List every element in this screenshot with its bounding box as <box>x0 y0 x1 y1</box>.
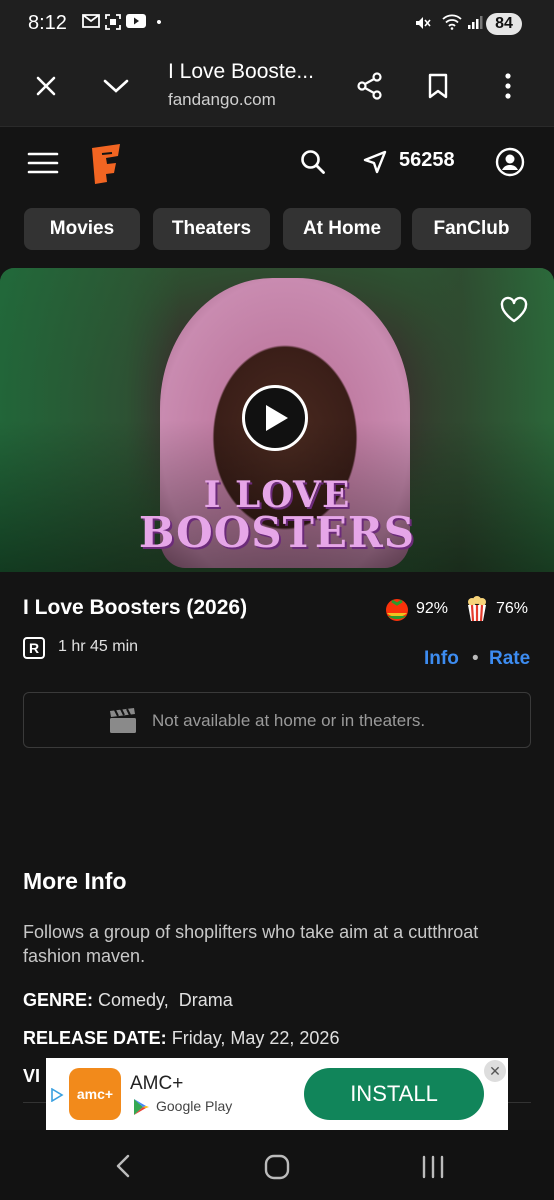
menu-icon <box>27 152 59 174</box>
browser-page-title: I Love Booste... <box>168 60 314 83</box>
more-info-heading: More Info <box>23 868 127 894</box>
ad-banner[interactable]: amc+ AMC+ Google Play INSTALL ✕ <box>46 1058 508 1130</box>
recents-icon <box>422 1155 444 1179</box>
location-arrow-icon <box>363 150 387 174</box>
heart-icon <box>500 296 528 323</box>
youtube-notification-icon <box>126 14 146 32</box>
adchoices-icon[interactable] <box>50 1087 64 1103</box>
minimize-button[interactable] <box>98 68 134 104</box>
home-icon <box>264 1154 290 1180</box>
release-date-label: RELEASE DATE: <box>23 1028 167 1048</box>
user-icon <box>495 147 525 177</box>
battery-indicator: 84 <box>486 13 522 35</box>
share-button[interactable] <box>352 68 388 104</box>
screenshot-notification-icon <box>104 14 122 32</box>
account-button[interactable] <box>494 146 526 178</box>
availability-text: Not available at home or in theaters. <box>152 711 426 730</box>
gmail-notification-icon <box>82 14 100 32</box>
bookmark-icon <box>428 73 448 99</box>
recents-button[interactable] <box>420 1154 446 1180</box>
back-button[interactable] <box>112 1154 136 1178</box>
tab-at-home[interactable]: At Home <box>283 208 401 250</box>
mpaa-rating-badge: R <box>23 637 45 659</box>
bookmark-button[interactable] <box>420 68 456 104</box>
chevron-down-icon <box>103 79 129 93</box>
ad-store-name: Google Play <box>156 1098 233 1114</box>
movie-synopsis: Follows a group of shoplifters who take … <box>23 922 479 966</box>
movie-runtime: 1 hr 45 min <box>58 638 139 655</box>
tab-theaters[interactable]: Theaters <box>153 208 270 250</box>
location-button[interactable] <box>360 147 390 177</box>
fandango-logo-icon <box>92 144 120 184</box>
zip-code[interactable]: 56258 <box>399 149 455 172</box>
google-play-icon <box>132 1098 150 1116</box>
tomatometer-icon <box>384 596 410 622</box>
info-link[interactable]: Info <box>424 648 459 670</box>
ad-app-name[interactable]: AMC+ <box>130 1073 183 1095</box>
genre-row: GENRE: Comedy, Drama <box>23 990 233 1011</box>
favorite-button[interactable] <box>498 294 530 326</box>
ad-install-button[interactable]: INSTALL <box>304 1068 484 1120</box>
search-button[interactable] <box>298 147 328 177</box>
signal-icon <box>466 14 484 32</box>
browser-toolbar: I Love Booste... fandango.com <box>0 46 554 126</box>
tomatometer-score: 92% <box>416 600 449 617</box>
release-date-row: RELEASE DATE: Friday, May 22, 2026 <box>23 1028 339 1049</box>
hamburger-menu-button[interactable] <box>26 147 60 179</box>
release-date-value: Friday, May 22, 2026 <box>171 1028 340 1048</box>
fandango-logo[interactable] <box>86 141 126 185</box>
back-chevron-icon <box>116 1154 130 1178</box>
more-vertical-icon <box>505 73 511 99</box>
genre-value: Comedy, Drama <box>98 990 233 1010</box>
share-icon <box>357 72 382 100</box>
ad-close-button[interactable]: ✕ <box>484 1060 506 1082</box>
partial-info-row: VI <box>23 1066 40 1087</box>
system-navigation-bar <box>0 1130 554 1200</box>
close-icon <box>36 76 56 96</box>
play-icon <box>266 405 288 431</box>
more-notifications-dot-icon: • <box>156 14 162 31</box>
clapperboard-icon <box>108 707 138 735</box>
mute-icon <box>414 14 432 32</box>
tab-movies[interactable]: Movies <box>24 208 140 250</box>
site-header: 56258 <box>0 126 554 199</box>
link-separator: • <box>472 648 479 669</box>
hero-logo-line2: BOOSTERS <box>138 508 416 557</box>
audience-score: 76% <box>496 600 529 617</box>
partial-info-label: VI <box>23 1066 41 1086</box>
play-trailer-button[interactable] <box>242 385 308 451</box>
home-button[interactable] <box>264 1154 290 1180</box>
popcorn-icon <box>466 596 488 622</box>
rate-link[interactable]: Rate <box>489 648 530 670</box>
tab-fanclub[interactable]: FanClub <box>412 208 531 250</box>
genre-label: GENRE: <box>23 990 94 1010</box>
search-icon <box>301 150 325 174</box>
status-bar: 8:12 • 84 <box>0 0 554 46</box>
wifi-icon <box>442 14 462 32</box>
close-tab-button[interactable] <box>28 68 64 104</box>
overflow-menu-button[interactable] <box>490 68 526 104</box>
ad-app-icon[interactable]: amc+ <box>69 1068 121 1120</box>
movie-title: I Love Boosters (2026) <box>23 596 248 619</box>
browser-url[interactable]: fandango.com <box>168 90 276 110</box>
status-time: 8:12 <box>28 12 67 34</box>
availability-notice: Not available at home or in theaters. <box>23 692 531 748</box>
